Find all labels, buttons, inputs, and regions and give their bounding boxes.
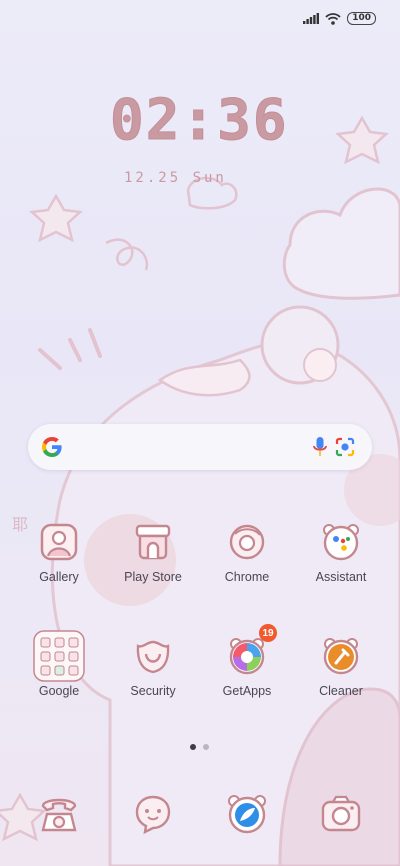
app-label: Assistant — [315, 570, 367, 584]
signal-icon — [303, 13, 320, 24]
google-lens-icon[interactable] — [334, 436, 356, 458]
app-label: Play Store — [124, 570, 182, 584]
google-g-icon — [42, 437, 62, 457]
messages-icon — [131, 792, 175, 836]
play-store-icon — [133, 522, 173, 562]
microphone-icon[interactable] — [312, 436, 328, 458]
app-label: GetApps — [222, 684, 272, 698]
battery-level: 100 — [347, 12, 376, 25]
page-dot-active[interactable] — [190, 744, 196, 750]
app-label: Chrome — [224, 570, 270, 584]
app-label: Security — [130, 684, 176, 698]
dock-browser[interactable] — [202, 792, 292, 836]
app-getapps[interactable]: 19 GetApps — [202, 624, 292, 698]
app-assistant[interactable]: Assistant — [296, 522, 386, 584]
app-chrome[interactable]: Chrome — [202, 522, 292, 584]
app-label: Cleaner — [319, 684, 363, 698]
camera-icon — [319, 792, 363, 836]
app-gallery[interactable]: Gallery — [14, 522, 104, 584]
app-label: Gallery — [39, 570, 79, 584]
gallery-icon — [39, 522, 79, 562]
dock-camera[interactable] — [296, 792, 386, 836]
app-security[interactable]: Security — [108, 636, 198, 698]
google-search-bar[interactable] — [28, 424, 372, 470]
cleaner-icon — [321, 636, 361, 676]
chrome-icon — [227, 522, 267, 562]
getapps-icon: 19 — [227, 624, 277, 676]
page-dot[interactable] — [203, 744, 209, 750]
app-folder-google[interactable]: Google — [14, 630, 104, 698]
dock-phone[interactable] — [14, 792, 104, 836]
app-cleaner[interactable]: Cleaner — [296, 636, 386, 698]
dock-messages[interactable] — [108, 792, 198, 836]
assistant-icon — [321, 522, 361, 562]
phone-icon — [37, 792, 81, 836]
wifi-icon — [325, 12, 341, 25]
google-folder-icon — [33, 630, 85, 682]
clock-date: 12.25 Sun — [124, 170, 227, 186]
notification-badge: 19 — [259, 624, 277, 642]
status-bar: 100 — [303, 12, 376, 25]
browser-icon — [225, 792, 269, 836]
app-play-store[interactable]: Play Store — [108, 522, 198, 584]
clock-time[interactable]: 02:36 — [110, 88, 289, 154]
security-icon — [133, 636, 173, 676]
app-label: Google — [38, 684, 80, 698]
page-indicator — [190, 744, 209, 750]
